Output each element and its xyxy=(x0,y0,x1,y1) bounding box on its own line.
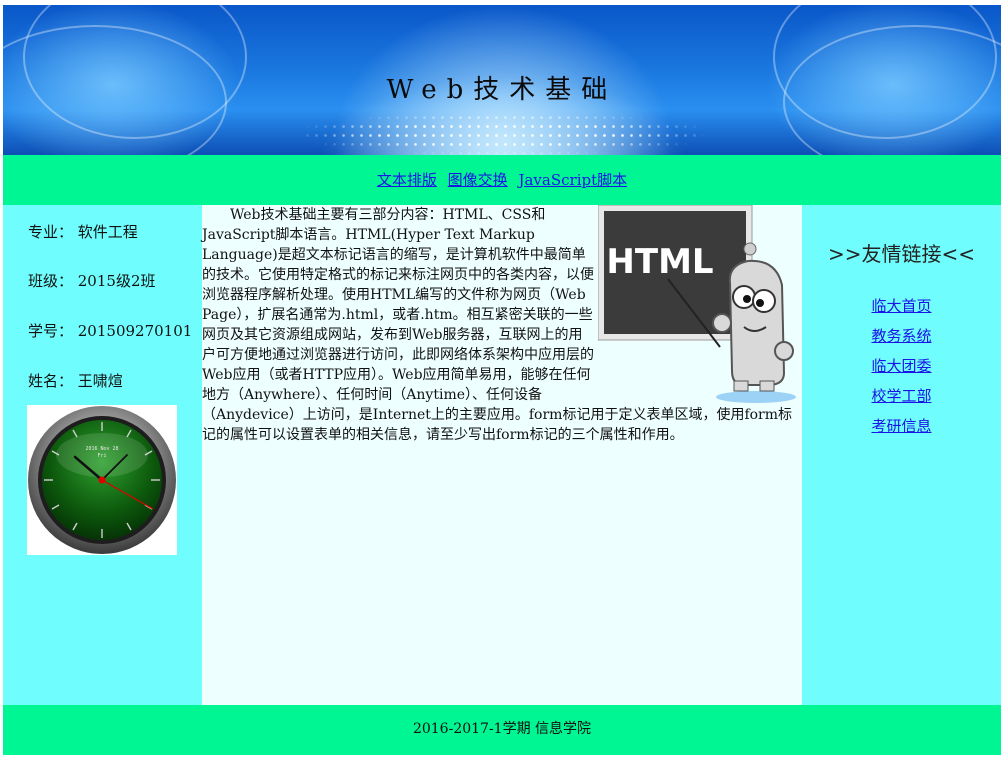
page-title: Web技术基础 xyxy=(386,75,618,105)
nav-bar: 文本排版 图像交换 JavaScript脚本 xyxy=(3,155,1001,205)
footer-text: 2016-2017-1学期 信息学院 xyxy=(412,721,592,737)
header-banner: Web技术基础 xyxy=(3,5,1001,155)
clock-face-icon: 2016 Nov 28 Fri xyxy=(28,406,176,554)
banner-dots xyxy=(303,113,703,155)
friend-links-list: 临大首页 教务系统 临大团委 校学工部 考研信息 xyxy=(802,295,1001,445)
nav-link-text-layout[interactable]: 文本排版 xyxy=(377,171,437,189)
illustration-html-text: HTML xyxy=(606,242,713,282)
nav-link-image-swap[interactable]: 图像交换 xyxy=(448,171,508,189)
friend-links-heading: >>友情链接<< xyxy=(827,242,976,266)
left-sidebar: 专业： 软件工程 班级： 2015级2班 学号： 201509270101 姓名… xyxy=(3,205,202,705)
class-info: 班级： 2015级2班 xyxy=(28,272,156,290)
friend-link-postgraduate[interactable]: 考研信息 xyxy=(802,415,1001,445)
page-footer: 2016-2017-1学期 信息学院 xyxy=(3,705,1001,755)
html-illustration: HTML xyxy=(597,204,798,403)
major-info: 专业： 软件工程 xyxy=(28,223,138,241)
main-content: HTML Web技术基础主要有三部分内容：HTML、CSS和JavaScript… xyxy=(202,204,802,705)
student-id-info: 学号： 201509270101 xyxy=(28,322,193,340)
clock-day-label: Fri xyxy=(97,453,106,459)
friend-link-youth-league[interactable]: 临大团委 xyxy=(802,355,1001,385)
friend-link-student-affairs[interactable]: 校学工部 xyxy=(802,385,1001,415)
nav-link-javascript[interactable]: JavaScript脚本 xyxy=(518,171,627,189)
clock-date-label: 2016 Nov 28 xyxy=(85,446,118,452)
html-robot-icon: HTML xyxy=(597,204,796,403)
friend-link-linda-home[interactable]: 临大首页 xyxy=(802,295,1001,325)
analog-clock: 2016 Nov 28 Fri xyxy=(27,405,177,555)
content-text: HTML Web技术基础主要有三部分内容：HTML、CSS和JavaScript… xyxy=(202,204,798,445)
right-sidebar: >>友情链接<< 临大首页 教务系统 临大团委 校学工部 考研信息 xyxy=(802,205,1001,705)
name-info: 姓名： 王啸煊 xyxy=(28,372,123,390)
friend-link-academic-affairs[interactable]: 教务系统 xyxy=(802,325,1001,355)
